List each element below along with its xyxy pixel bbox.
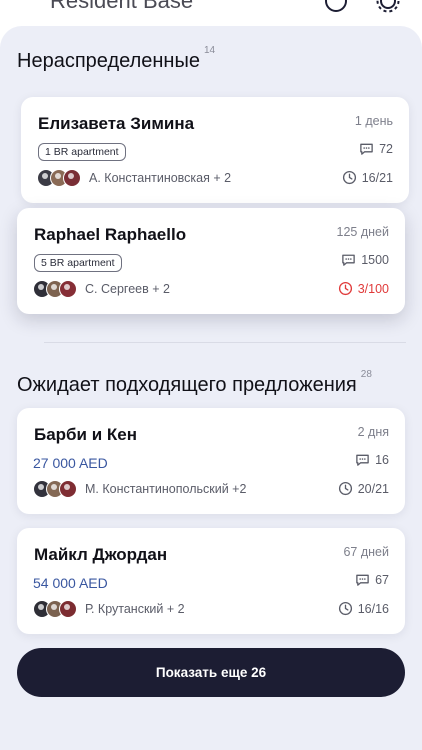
agents-group: С. Сергеев + 2: [33, 280, 170, 298]
time-stat: 20/21: [338, 481, 389, 496]
time-stat: 16/21: [342, 170, 393, 185]
lead-age: 1 день: [354, 114, 393, 128]
time-stat-overdue: 3/100: [338, 281, 389, 296]
avatar: [63, 169, 81, 187]
section-divider: [44, 342, 406, 343]
clock-icon: [342, 170, 356, 185]
section-title-awaiting: Ожидает подходящего предложения 28: [17, 369, 372, 397]
lead-age: 2 дня: [357, 425, 389, 439]
messages-stat: 72: [359, 141, 393, 156]
apartment-tag: 5 BR apartment: [34, 254, 122, 272]
section-count: 14: [203, 45, 216, 56]
messages-stat: 16: [355, 452, 389, 467]
messages-count: 67: [375, 572, 389, 587]
lead-card[interactable]: Елизавета Зимина 1 день 1 BR apartment 7…: [21, 97, 409, 203]
messages-count: 72: [379, 141, 393, 156]
agents-names: А. Константиновская + 2: [89, 171, 232, 185]
messages-count: 16: [375, 452, 389, 467]
messages-stat: 1500: [341, 252, 389, 267]
top-bar: Resident Base: [0, 0, 422, 26]
time-value: 16/16: [357, 601, 389, 616]
messages-stat: 67: [355, 572, 389, 587]
chat-icon: [360, 143, 373, 155]
lead-card[interactable]: Барби и Кен 2 дня 27 000 AED 16 М. Конст…: [17, 408, 405, 514]
time-value: 16/21: [361, 170, 393, 185]
clock-alert-icon: [338, 281, 352, 296]
lead-name: Майкл Джордан: [34, 545, 168, 564]
agents-group: Р. Крутанский + 2: [33, 600, 185, 618]
avatar: [59, 280, 77, 298]
lead-name: Барби и Кен: [34, 425, 138, 444]
messages-count: 1500: [361, 252, 389, 267]
section-count: 28: [360, 369, 372, 380]
lead-budget: 27 000 AED: [33, 455, 108, 471]
agents-names: С. Сергеев + 2: [85, 282, 170, 296]
time-stat: 16/16: [338, 601, 389, 616]
page-title: Resident Base: [50, 0, 194, 13]
section-title-unassigned: Нераспределенные 14: [17, 45, 215, 73]
lead-name: Елизавета Зимина: [38, 114, 195, 133]
lead-card[interactable]: Raphael Raphaello 125 дней 5 BR apartmen…: [17, 208, 405, 314]
time-value: 3/100: [357, 281, 389, 296]
chat-icon: [356, 454, 369, 466]
clock-icon: [338, 481, 352, 496]
lead-age: 125 дней: [336, 225, 389, 239]
lead-budget: 54 000 AED: [33, 575, 108, 591]
lead-age: 67 дней: [343, 545, 389, 559]
chat-icon: [342, 254, 355, 266]
avatar: [59, 600, 77, 618]
section-title-text: Нераспределенные: [17, 50, 200, 72]
gear-icon[interactable]: [375, 0, 401, 19]
clock-icon: [338, 601, 352, 616]
lead-name: Raphael Raphaello: [34, 225, 187, 244]
avatar: [59, 480, 77, 498]
show-more-button[interactable]: Показать еще 26: [17, 648, 405, 697]
agents-group: А. Константиновская + 2: [37, 169, 231, 187]
agents-group: М. Константинопольский +2: [33, 480, 246, 498]
lead-card[interactable]: Майкл Джордан 67 дней 54 000 AED 67 Р. К…: [17, 528, 405, 634]
search-icon[interactable]: [323, 0, 349, 19]
agents-names: Р. Крутанский + 2: [85, 602, 185, 616]
time-value: 20/21: [357, 481, 389, 496]
apartment-tag: 1 BR apartment: [38, 143, 126, 161]
agents-names: М. Константинопольский +2: [85, 482, 247, 496]
chat-icon: [356, 574, 369, 586]
section-title-text: Ожидает подходящего предложения: [17, 374, 357, 396]
